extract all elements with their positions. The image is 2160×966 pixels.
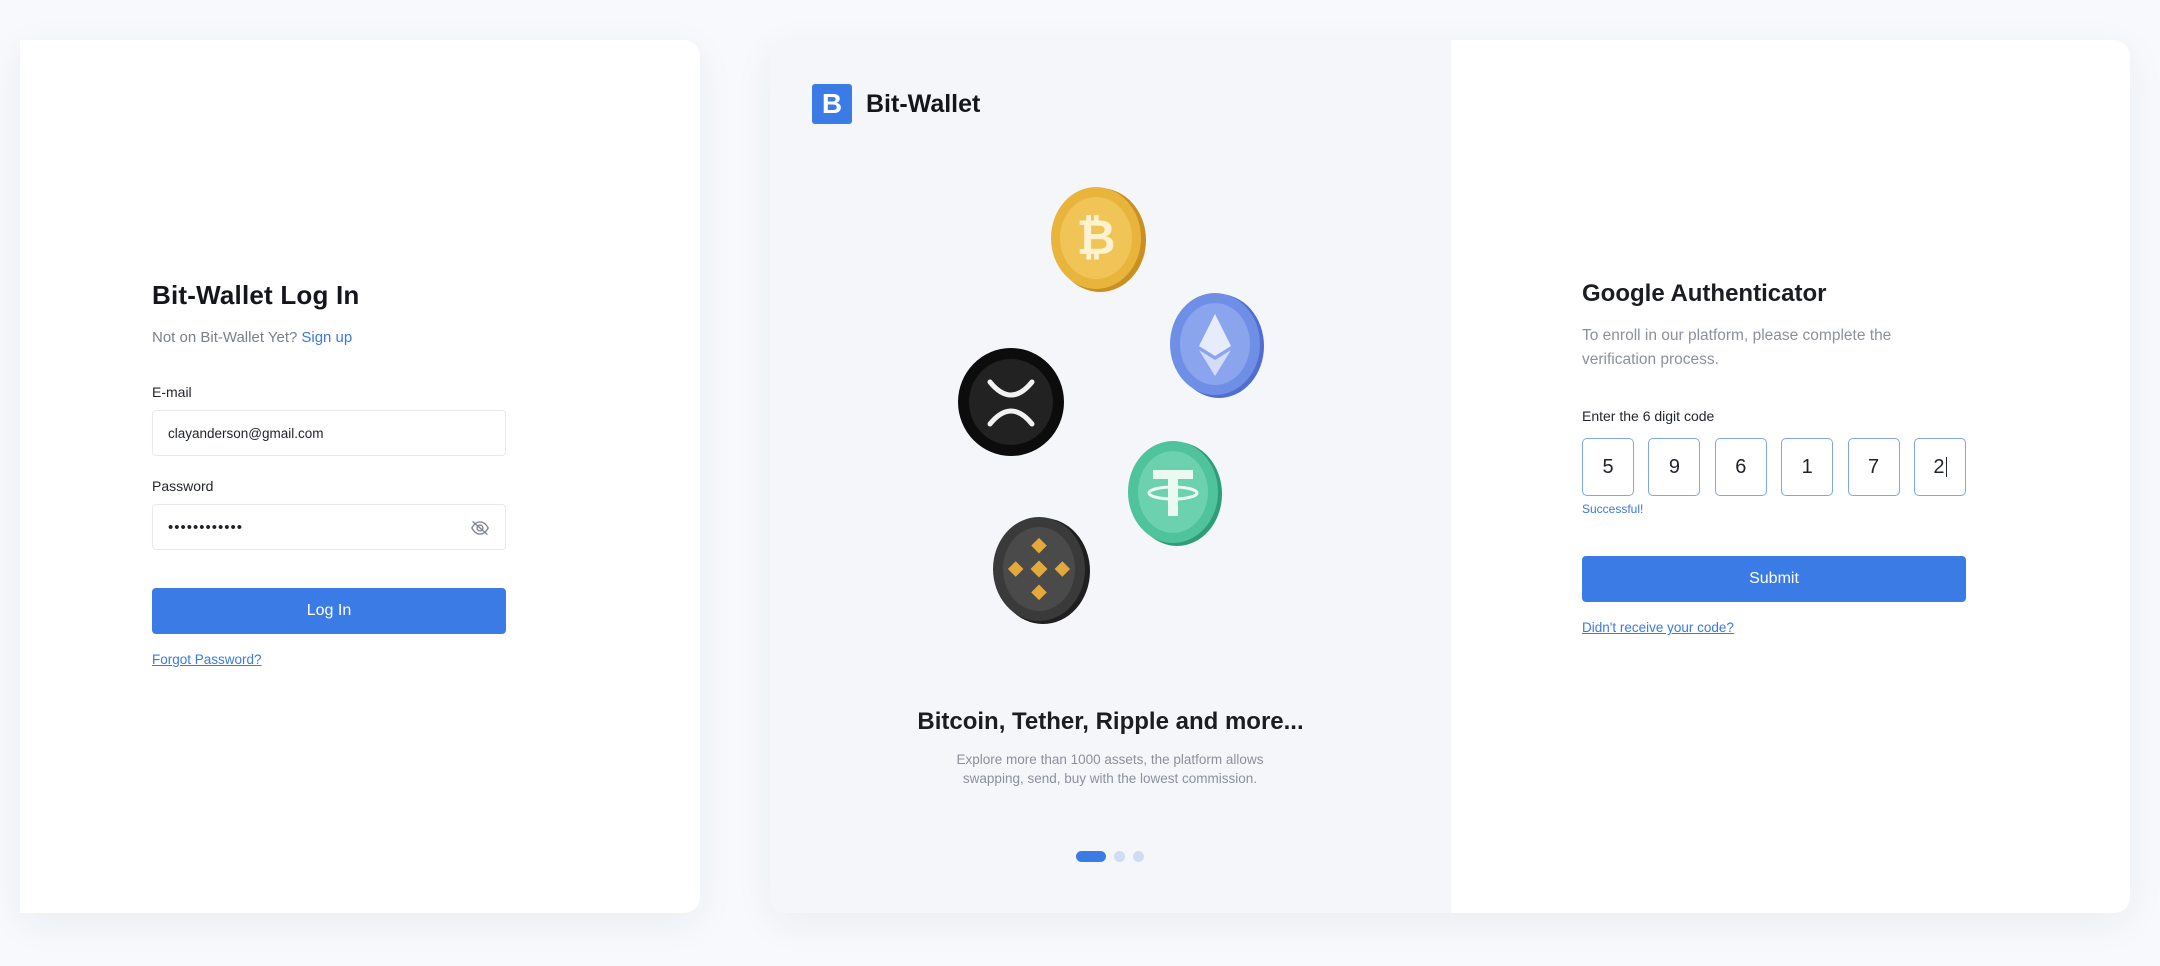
code-digit-4[interactable]: 1: [1781, 438, 1834, 496]
signup-prompt-text: Not on Bit-Wallet Yet?: [152, 329, 298, 346]
carousel-dot-2[interactable]: [1114, 851, 1125, 862]
brand: B Bit-Wallet: [812, 84, 980, 124]
code-digit-5-value: 7: [1868, 455, 1880, 478]
login-button[interactable]: Log In: [152, 588, 506, 634]
code-digit-3[interactable]: 6: [1714, 438, 1767, 496]
email-value: clayanderson@gmail.com: [168, 425, 324, 441]
authenticator-form: Google Authenticator To enroll in our pl…: [1582, 280, 1966, 637]
auth-card: B Bit-Wallet ₿ Bitcoin, Tether, Ripple a…: [770, 40, 2130, 913]
code-label: Enter the 6 digit code: [1582, 408, 1715, 424]
code-digit-4-value: 1: [1801, 455, 1813, 478]
code-inputs: 5 9 6 1 7 2: [1582, 438, 1966, 496]
binance-coin-icon: [993, 517, 1090, 624]
email-label: E-mail: [152, 384, 192, 400]
password-value: ••••••••••••: [168, 518, 244, 536]
code-digit-6-value: 2: [1933, 455, 1945, 478]
email-field[interactable]: clayanderson@gmail.com: [152, 410, 506, 456]
login-form: Bit-Wallet Log In Not on Bit-Wallet Yet?…: [152, 280, 506, 669]
signup-link[interactable]: Sign up: [301, 329, 352, 346]
ethereum-coin-icon: [1170, 293, 1264, 398]
password-label: Password: [152, 478, 214, 494]
authenticator-description: To enroll in our platform, please comple…: [1582, 327, 1892, 368]
tether-coin-icon: [1128, 441, 1222, 546]
submit-button[interactable]: Submit: [1582, 556, 1966, 602]
bitcoin-coin-icon: ₿: [1051, 187, 1146, 292]
code-digit-2-value: 9: [1668, 455, 1680, 478]
promo-panel: B Bit-Wallet ₿ Bitcoin, Tether, Ripple a…: [770, 40, 1451, 913]
carousel-dot-3[interactable]: [1133, 851, 1144, 862]
code-digit-1[interactable]: 5: [1582, 438, 1634, 496]
promo-title: Bitcoin, Tether, Ripple and more...: [917, 708, 1304, 735]
text-caret: [1945, 457, 1947, 477]
promo-description: Explore more than 1000 assets, the platf…: [956, 752, 1264, 786]
login-title: Bit-Wallet Log In: [152, 280, 360, 310]
carousel-indicator: [1076, 851, 1144, 862]
forgot-password-link[interactable]: Forgot Password?: [152, 652, 262, 667]
authenticator-title: Google Authenticator: [1582, 280, 1827, 307]
code-digit-1-value: 5: [1602, 455, 1614, 478]
code-digit-3-value: 6: [1735, 455, 1747, 478]
eye-off-icon[interactable]: [470, 519, 490, 537]
svg-text:₿: ₿: [1076, 210, 1115, 266]
verification-status: Successful!: [1582, 502, 1644, 516]
signup-prompt: Not on Bit-Wallet Yet? Sign up: [152, 329, 506, 346]
code-digit-5[interactable]: 7: [1847, 438, 1900, 496]
password-field[interactable]: ••••••••••••: [152, 504, 506, 550]
carousel-dot-1[interactable]: [1076, 851, 1106, 862]
ripple-coin-icon: [958, 348, 1064, 456]
code-digit-6[interactable]: 2: [1913, 438, 1966, 496]
brand-name: Bit-Wallet: [866, 89, 981, 118]
code-digit-2[interactable]: 9: [1648, 438, 1701, 496]
brand-logo: B: [812, 84, 852, 124]
resend-code-link[interactable]: Didn't receive your code?: [1582, 620, 1734, 635]
login-card: Bit-Wallet Log In Not on Bit-Wallet Yet?…: [20, 40, 700, 913]
